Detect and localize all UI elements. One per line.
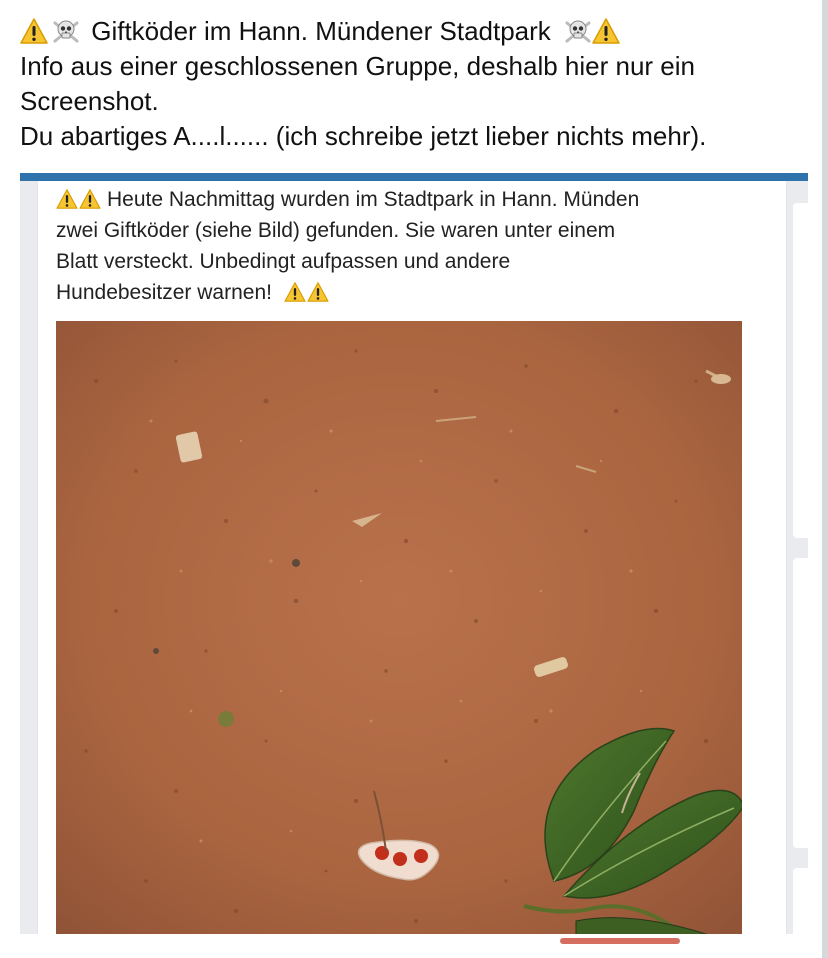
warning-icon <box>284 282 306 302</box>
post-title: Giftköder im Hann. Mündener Stadtpark <box>91 16 551 46</box>
shared-post-line: Hundebesitzer warnen! <box>56 277 776 308</box>
post-text-line: Screenshot. <box>20 86 159 116</box>
side-card <box>793 203 808 538</box>
right-edge-divider <box>822 0 828 958</box>
post-page: Giftköder im Hann. Mündener Stadtpark In… <box>0 0 828 958</box>
screenshot-header-bar <box>20 173 808 181</box>
shared-post-text-4: Hundebesitzer warnen! <box>56 281 272 304</box>
bottom-red-accent <box>560 938 680 944</box>
shared-post-line: Blatt versteckt. Unbedingt aufpassen und… <box>56 250 511 273</box>
post-caption: Giftköder im Hann. Mündener Stadtpark In… <box>20 14 810 154</box>
post-text-line: Info aus einer geschlossenen Gruppe, des… <box>20 51 695 81</box>
skull-crossbones-icon <box>564 18 592 44</box>
shared-post-text-1: Heute Nachmittag wurden im Stadtpark in … <box>107 188 640 211</box>
shared-post-card: Heute Nachmittag wurden im Stadtpark in … <box>38 181 786 941</box>
warning-icon <box>79 189 101 209</box>
embedded-screenshot: Heute Nachmittag wurden im Stadtpark in … <box>20 173 808 944</box>
post-title-line: Giftköder im Hann. Mündener Stadtpark <box>20 14 810 49</box>
post-text-line: Du abartiges A....l...... (ich schreibe … <box>20 121 707 151</box>
shared-post-line: zwei Giftköder (siehe Bild) gefunden. Si… <box>56 219 616 242</box>
shared-post-text: Heute Nachmittag wurden im Stadtpark in … <box>56 184 776 308</box>
bait-photo <box>56 321 742 941</box>
bait-photo-illustration <box>56 321 742 941</box>
warning-icon <box>20 18 48 44</box>
skull-crossbones-icon <box>52 18 80 44</box>
warning-icon <box>592 18 620 44</box>
warning-icon <box>307 282 329 302</box>
screenshot-bottom-strip <box>20 934 808 958</box>
warning-icon <box>56 189 78 209</box>
side-card <box>793 558 808 848</box>
side-card <box>793 868 808 938</box>
shared-post-line: Heute Nachmittag wurden im Stadtpark in … <box>56 184 776 215</box>
